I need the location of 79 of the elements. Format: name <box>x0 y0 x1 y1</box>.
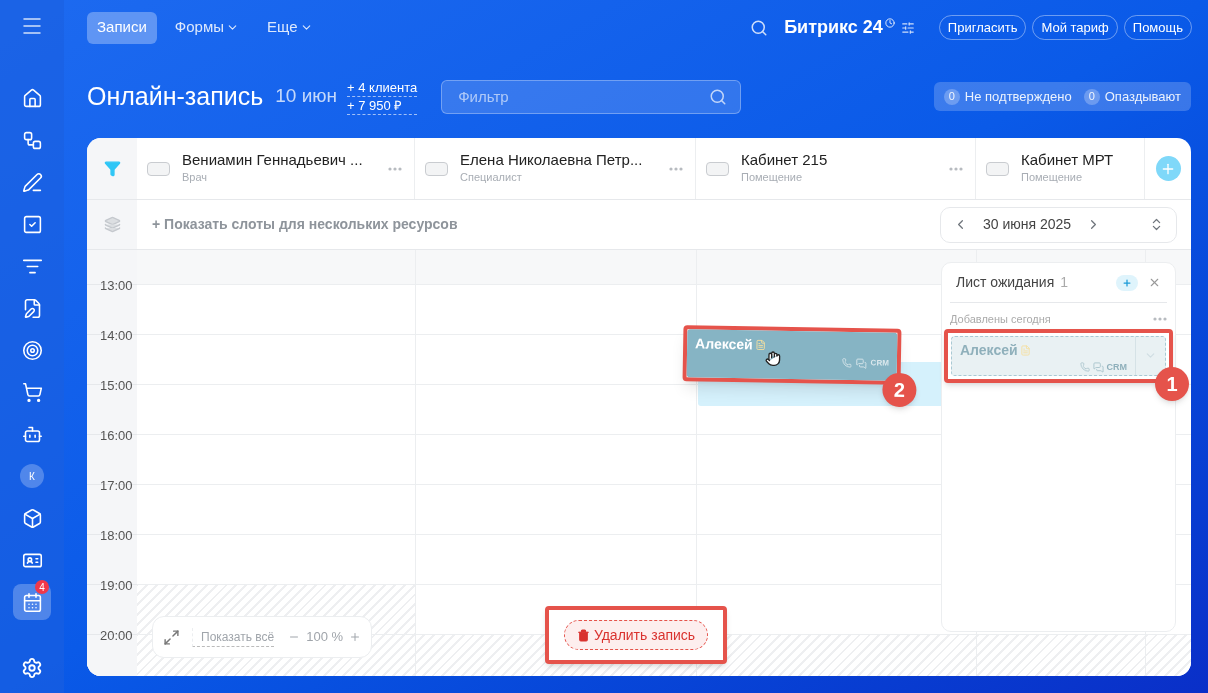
resource-name: Кабинет 215 <box>741 151 829 170</box>
toggle-icon <box>706 161 729 176</box>
show-slots-link[interactable]: + Показать слоты для нескольких ресурсов <box>152 214 458 235</box>
time-label: 14:00 <box>100 327 134 345</box>
resource-role: Помещение <box>741 170 804 186</box>
page-title: Онлайн-запись <box>87 80 264 112</box>
chat-icon <box>855 357 867 369</box>
notification-badge: 4 <box>35 580 49 594</box>
clock-icon <box>884 17 895 28</box>
time-label: 18:00 <box>100 527 134 545</box>
sliders-icon <box>900 20 915 35</box>
chat-icon <box>1092 361 1104 373</box>
calendar-icon <box>21 591 43 613</box>
time-label: 13:00 <box>100 277 134 295</box>
note-icon <box>754 339 766 351</box>
client-name: Алексей <box>960 340 1018 360</box>
pen-icon <box>21 171 43 193</box>
delete-booking-button[interactable]: Удалить запись <box>563 620 709 650</box>
time-label: 16:00 <box>100 427 134 445</box>
counter-filter[interactable]: 0 Опаздывают <box>1083 86 1181 107</box>
toggle-icon <box>425 161 448 176</box>
resource-name: Вениамин Геннадьевич ... <box>182 151 364 170</box>
trash-icon <box>576 628 590 642</box>
resource-role: Специалист <box>460 170 523 186</box>
resource-name: Елена Николаевна Петр... <box>460 151 644 170</box>
layers-icon <box>103 216 121 233</box>
nav-tab[interactable]: Еще <box>257 11 323 44</box>
time-label: 20:00 <box>100 627 134 645</box>
date-label: 30 июня 2025 <box>981 215 1073 234</box>
sidebar-item[interactable]: К <box>13 458 51 494</box>
time-label: 15:00 <box>100 377 134 395</box>
resource-header[interactable]: Вениамин Геннадьевич ... Врач <box>137 138 415 199</box>
search-icon <box>709 87 728 106</box>
brand-logo: Битрикс 24 <box>784 16 883 39</box>
target-icon <box>21 339 43 361</box>
toggle-icon <box>147 161 170 176</box>
nav-tab[interactable]: Записи <box>87 11 157 44</box>
stat-link[interactable]: + 4 клиента <box>347 78 418 97</box>
counter-filter[interactable]: 0 Не подтверждено <box>943 86 1072 107</box>
zoom-in-icon <box>349 631 362 643</box>
phone-icon <box>841 357 852 369</box>
page-date: 10 июн <box>275 84 337 109</box>
plus-icon <box>1122 277 1132 288</box>
box-icon <box>21 507 43 529</box>
resource-header[interactable]: Кабинет 215 Помещение <box>696 138 976 199</box>
home-icon <box>21 87 43 109</box>
resource-header[interactable]: Кабинет МРТ Помещение <box>976 138 1145 199</box>
toggle-icon <box>986 161 1009 176</box>
settings-icon[interactable] <box>21 657 43 679</box>
client-name: Алексей <box>695 334 753 355</box>
zoom-level: 100 % <box>306 628 344 647</box>
flow-icon <box>21 129 43 151</box>
avatar: К <box>20 464 44 488</box>
expand-icon <box>163 628 180 646</box>
resource-header[interactable]: Елена Николаевна Петр... Специалист <box>415 138 696 199</box>
grab-cursor-icon <box>764 350 782 367</box>
checkbox-icon <box>21 213 43 235</box>
waitlist-title: Лист ожидания <box>956 273 1055 292</box>
resource-name: Кабинет МРТ <box>1021 151 1115 170</box>
dragged-booking-card[interactable]: Алексей CRM <box>686 329 898 381</box>
stat-link[interactable]: + 7 950 ₽ <box>347 96 418 115</box>
phone-icon <box>1079 362 1090 373</box>
crm-label: CRM <box>1106 360 1127 374</box>
waitlist-count: 1 <box>1060 273 1068 292</box>
resource-role: Врач <box>182 170 209 186</box>
collapse-icon <box>1148 276 1161 289</box>
time-label: 17:00 <box>100 477 134 495</box>
crm-label: CRM <box>870 357 889 370</box>
show-all-link[interactable]: Показать всё <box>192 627 275 647</box>
nav-tab[interactable]: Формы <box>164 11 249 44</box>
cart-icon <box>21 381 43 403</box>
note-icon <box>1019 344 1031 356</box>
group-label: Добавлены сегодня <box>950 312 1051 327</box>
time-label: 19:00 <box>100 577 134 595</box>
date-picker[interactable]: 30 июня 2025 <box>940 206 1177 243</box>
search-icon <box>750 18 769 37</box>
filter-icon <box>103 160 121 177</box>
step-number-badge: 1 <box>1155 366 1189 401</box>
resource-role: Помещение <box>1021 170 1084 186</box>
